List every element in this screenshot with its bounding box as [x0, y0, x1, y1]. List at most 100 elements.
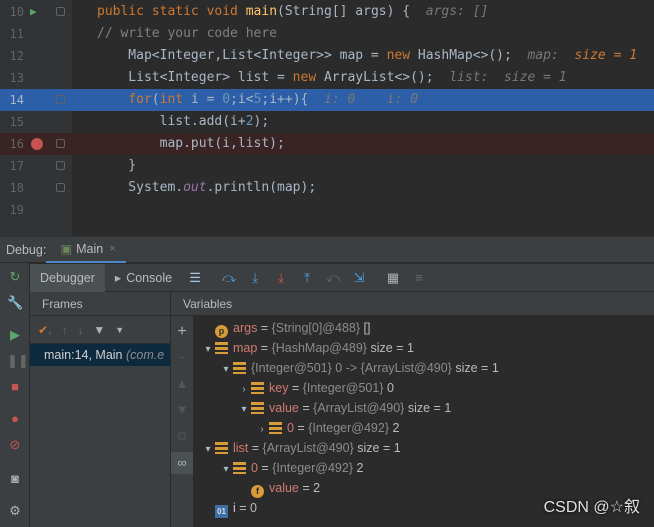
- fold-icon[interactable]: [56, 95, 65, 104]
- add-watch-icon[interactable]: +: [174, 324, 190, 340]
- code-line[interactable]: 18 System.out.println(map);: [0, 177, 654, 199]
- variable-row[interactable]: ▾ {Integer@501} 0 -> {ArrayList@490} size…: [219, 358, 498, 380]
- code-token: new: [292, 70, 324, 85]
- code-text: // write your code here: [97, 23, 277, 45]
- variable-name: 0: [251, 461, 258, 475]
- view-breakpoints-icon[interactable]: ●: [7, 411, 23, 427]
- drop-frame-icon[interactable]: ⤺: [325, 270, 341, 286]
- code-text: }: [97, 155, 136, 177]
- object-icon: [251, 382, 264, 394]
- frame-item[interactable]: main:14, Main (com.e: [30, 344, 170, 366]
- settings-gear-icon[interactable]: ⚙: [7, 503, 23, 519]
- variable-row[interactable]: ▾ map = {HashMap@489} size = 1: [201, 338, 413, 360]
- rerun-icon[interactable]: ↻: [7, 269, 23, 285]
- code-line[interactable]: 17 }: [0, 155, 654, 177]
- equals-sign: =: [257, 341, 272, 355]
- code-line[interactable]: 16 map.put(i,list);: [0, 133, 654, 155]
- force-step-into-icon[interactable]: ⤓: [273, 270, 289, 286]
- pause-icon[interactable]: ❚❚: [7, 353, 29, 369]
- tab-console[interactable]: ▸ Console: [105, 265, 182, 291]
- down-arrow-icon[interactable]: ↓: [77, 323, 83, 337]
- step-over-icon[interactable]: ⤼: [221, 270, 237, 286]
- variable-row[interactable]: › 0 = {Integer@492} 2: [255, 418, 399, 438]
- variable-value: size = 1: [357, 441, 401, 455]
- variable-name: key: [269, 381, 289, 395]
- code-token: List<Integer> list =: [97, 70, 293, 85]
- code-token: System.: [97, 180, 184, 195]
- expand-arrow-icon[interactable]: ›: [237, 380, 251, 400]
- show-watches-icon[interactable]: ∞: [171, 452, 193, 474]
- mute-breakpoints-icon[interactable]: ⊘: [7, 437, 23, 453]
- console-icon: ▸: [114, 271, 122, 285]
- fold-icon[interactable]: [56, 161, 65, 170]
- collapse-arrow-icon[interactable]: ▾: [219, 460, 233, 480]
- variable-name: 0: [287, 421, 294, 435]
- debug-tool-window-header: Debug: ▣ Main ×: [0, 236, 654, 263]
- variable-name: args: [233, 321, 258, 335]
- tab-debugger[interactable]: Debugger: [30, 263, 105, 292]
- run-gutter-icon[interactable]: ▶: [30, 1, 37, 23]
- variable-row[interactable]: ▾ 0 = {Integer@492} 2: [219, 458, 363, 478]
- camera-icon[interactable]: ◙: [7, 471, 23, 487]
- variable-row[interactable]: › key = {Integer@501} 0: [237, 378, 394, 398]
- code-line[interactable]: 19: [0, 199, 654, 221]
- equals-sign: =: [235, 501, 251, 515]
- line-number: 14: [9, 93, 24, 107]
- variable-name: map: [233, 341, 258, 355]
- code-line[interactable]: 15 list.add(i+2);: [0, 111, 654, 133]
- remove-watch-icon[interactable]: −: [174, 350, 190, 366]
- code-line[interactable]: 10 public static void main(String[] args)…: [0, 1, 654, 23]
- variables-side-toolbar: + − ▲ ▼ ⧉ ∞: [171, 316, 193, 527]
- fold-icon[interactable]: [56, 139, 65, 148]
- object-icon: [215, 442, 228, 454]
- duplicate-watch-icon[interactable]: ⧉: [174, 428, 190, 444]
- fold-icon[interactable]: [56, 183, 65, 192]
- code-line[interactable]: 12 Map<Integer,List<Integer>> map = new …: [0, 45, 654, 67]
- settings-wrench-icon[interactable]: 🔧: [7, 295, 23, 311]
- layout-icon[interactable]: ☰: [187, 270, 203, 286]
- expand-arrow-icon[interactable]: ›: [255, 420, 269, 440]
- move-down-icon[interactable]: ▼: [174, 402, 190, 418]
- collapse-arrow-icon[interactable]: ▾: [201, 340, 215, 360]
- trace-stream-icon[interactable]: ≡: [411, 270, 427, 286]
- chevron-down-icon[interactable]: ▼: [115, 325, 124, 335]
- variable-row[interactable]: ▾ list = {ArrayList@490} size = 1: [201, 438, 401, 460]
- collapse-arrow-icon[interactable]: ▾: [237, 400, 251, 420]
- variable-name: value: [269, 401, 299, 415]
- breakpoint-icon[interactable]: [31, 138, 43, 150]
- evaluate-expression-icon[interactable]: ▦: [385, 270, 401, 286]
- step-into-icon[interactable]: ⤓: [247, 270, 263, 286]
- variable-row[interactable]: p args = {String[0]@488} []: [201, 318, 370, 338]
- check-icon[interactable]: ✔.: [38, 323, 51, 337]
- variable-row[interactable]: 01 i = 0: [201, 498, 257, 518]
- step-out-icon[interactable]: ⤒: [299, 270, 315, 286]
- primitive-icon: 01: [215, 505, 228, 518]
- session-tab-main[interactable]: ▣ Main ×: [46, 237, 126, 263]
- object-icon: [233, 362, 246, 374]
- equals-sign: =: [257, 461, 273, 475]
- close-icon[interactable]: ×: [109, 243, 115, 255]
- stop-icon[interactable]: ■: [7, 379, 23, 395]
- variable-row[interactable]: ▾ value = {ArrayList@490} size = 1: [237, 398, 451, 418]
- variable-row[interactable]: f value = 2: [237, 478, 320, 498]
- collapse-arrow-icon[interactable]: ▾: [219, 360, 233, 380]
- variable-type: {Integer@501} 0 -> {ArrayList@490}: [251, 361, 452, 375]
- up-arrow-icon[interactable]: ↑: [61, 323, 67, 337]
- run-config-icon: ▣: [60, 242, 73, 256]
- code-line[interactable]: 14 for(int i = 0;i<5;i++){ i: 0 i: 0: [0, 89, 654, 111]
- code-token: (: [151, 92, 160, 107]
- code-token: ;i<: [230, 92, 254, 107]
- resume-icon[interactable]: ▶: [7, 327, 23, 343]
- collapse-arrow-icon[interactable]: ▾: [201, 440, 215, 460]
- move-up-icon[interactable]: ▲: [174, 376, 190, 392]
- run-to-cursor-icon[interactable]: ⇲: [351, 270, 367, 286]
- code-line[interactable]: 13 List<Integer> list = new ArrayList<>(…: [0, 67, 654, 89]
- code-token: for: [97, 92, 152, 107]
- variable-name: value: [269, 481, 299, 495]
- session-tab-label: Main: [76, 241, 104, 256]
- code-editor[interactable]: 10 public static void main(String[] args)…: [0, 0, 654, 236]
- code-line[interactable]: 11 // write your code here: [0, 23, 654, 45]
- fold-icon[interactable]: [56, 7, 65, 16]
- filter-icon[interactable]: ▼: [93, 323, 105, 337]
- equals-sign: =: [298, 401, 314, 415]
